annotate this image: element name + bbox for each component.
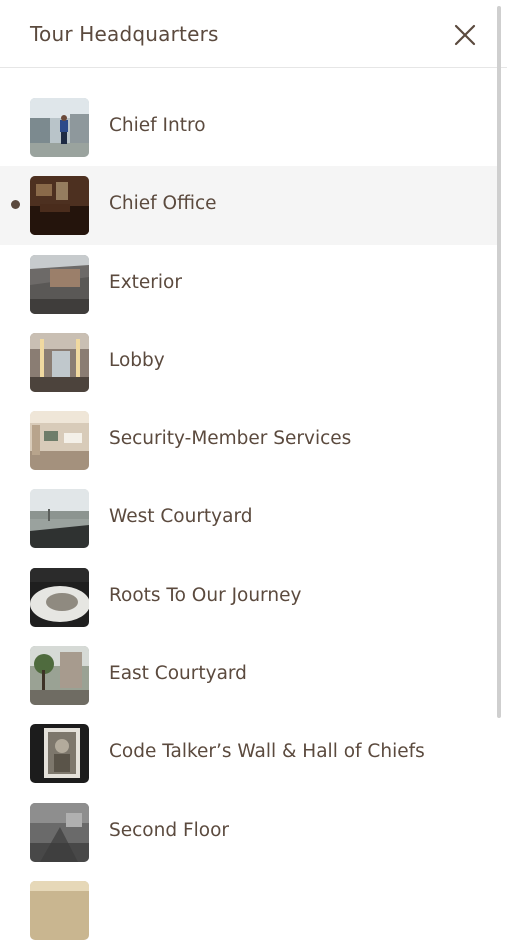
tour-stop-label: Second Floor xyxy=(109,819,229,841)
tour-stop-item[interactable]: Roots To Our Journey xyxy=(0,558,497,636)
thumbnail-east-courtyard xyxy=(30,646,89,706)
tour-stop-item-active[interactable]: Chief Office xyxy=(0,166,497,245)
tour-stop-label: Code Talker’s Wall & Hall of Chiefs xyxy=(109,741,425,763)
thumbnail-next-stop xyxy=(30,880,89,940)
tour-stop-item[interactable]: West Courtyard xyxy=(0,479,497,557)
thumbnail-chief-office xyxy=(30,176,89,236)
tour-stop-label: Exterior xyxy=(109,271,182,293)
thumbnail-chief-intro xyxy=(30,98,89,157)
thumbnail-code-talkers-wall xyxy=(30,724,89,784)
tour-stop-label: East Courtyard xyxy=(109,663,247,685)
tour-stop-item[interactable]: Security-Member Services xyxy=(0,401,497,479)
close-button[interactable] xyxy=(452,22,478,48)
panel-header: Tour Headquarters xyxy=(0,0,507,68)
tour-stop-item[interactable]: Code Talker’s Wall & Hall of Chiefs xyxy=(0,714,497,792)
tour-stop-label: Security-Member Services xyxy=(109,428,352,450)
thumbnail-exterior xyxy=(30,254,89,314)
tour-stop-label: Lobby xyxy=(109,349,165,371)
tour-stop-item[interactable]: Chief Intro xyxy=(0,88,497,166)
tour-stop-item[interactable]: Second Floor xyxy=(0,793,497,871)
thumbnail-second-floor xyxy=(30,802,89,862)
tour-stop-item-partial[interactable] xyxy=(0,871,497,949)
tour-stop-list: Chief Intro Chief Office Exterior Lobby … xyxy=(0,88,497,949)
current-stop-indicator xyxy=(11,200,20,210)
tour-stop-label: Roots To Our Journey xyxy=(109,584,302,606)
tour-stop-item[interactable]: East Courtyard xyxy=(0,636,497,714)
thumbnail-west-courtyard xyxy=(30,489,89,549)
thumbnail-security-member-services xyxy=(30,411,89,471)
tour-stop-label: Chief Intro xyxy=(109,115,206,136)
close-icon xyxy=(454,24,476,46)
tour-stop-label: West Courtyard xyxy=(109,506,253,528)
tour-stop-item[interactable]: Lobby xyxy=(0,323,497,401)
tour-stop-item[interactable]: Exterior xyxy=(0,245,497,323)
panel-title: Tour Headquarters xyxy=(30,22,219,46)
thumbnail-roots-to-our-journey xyxy=(30,567,89,627)
scrollbar[interactable] xyxy=(497,6,501,718)
thumbnail-lobby xyxy=(30,332,89,392)
tour-stop-label: Chief Office xyxy=(109,193,217,215)
